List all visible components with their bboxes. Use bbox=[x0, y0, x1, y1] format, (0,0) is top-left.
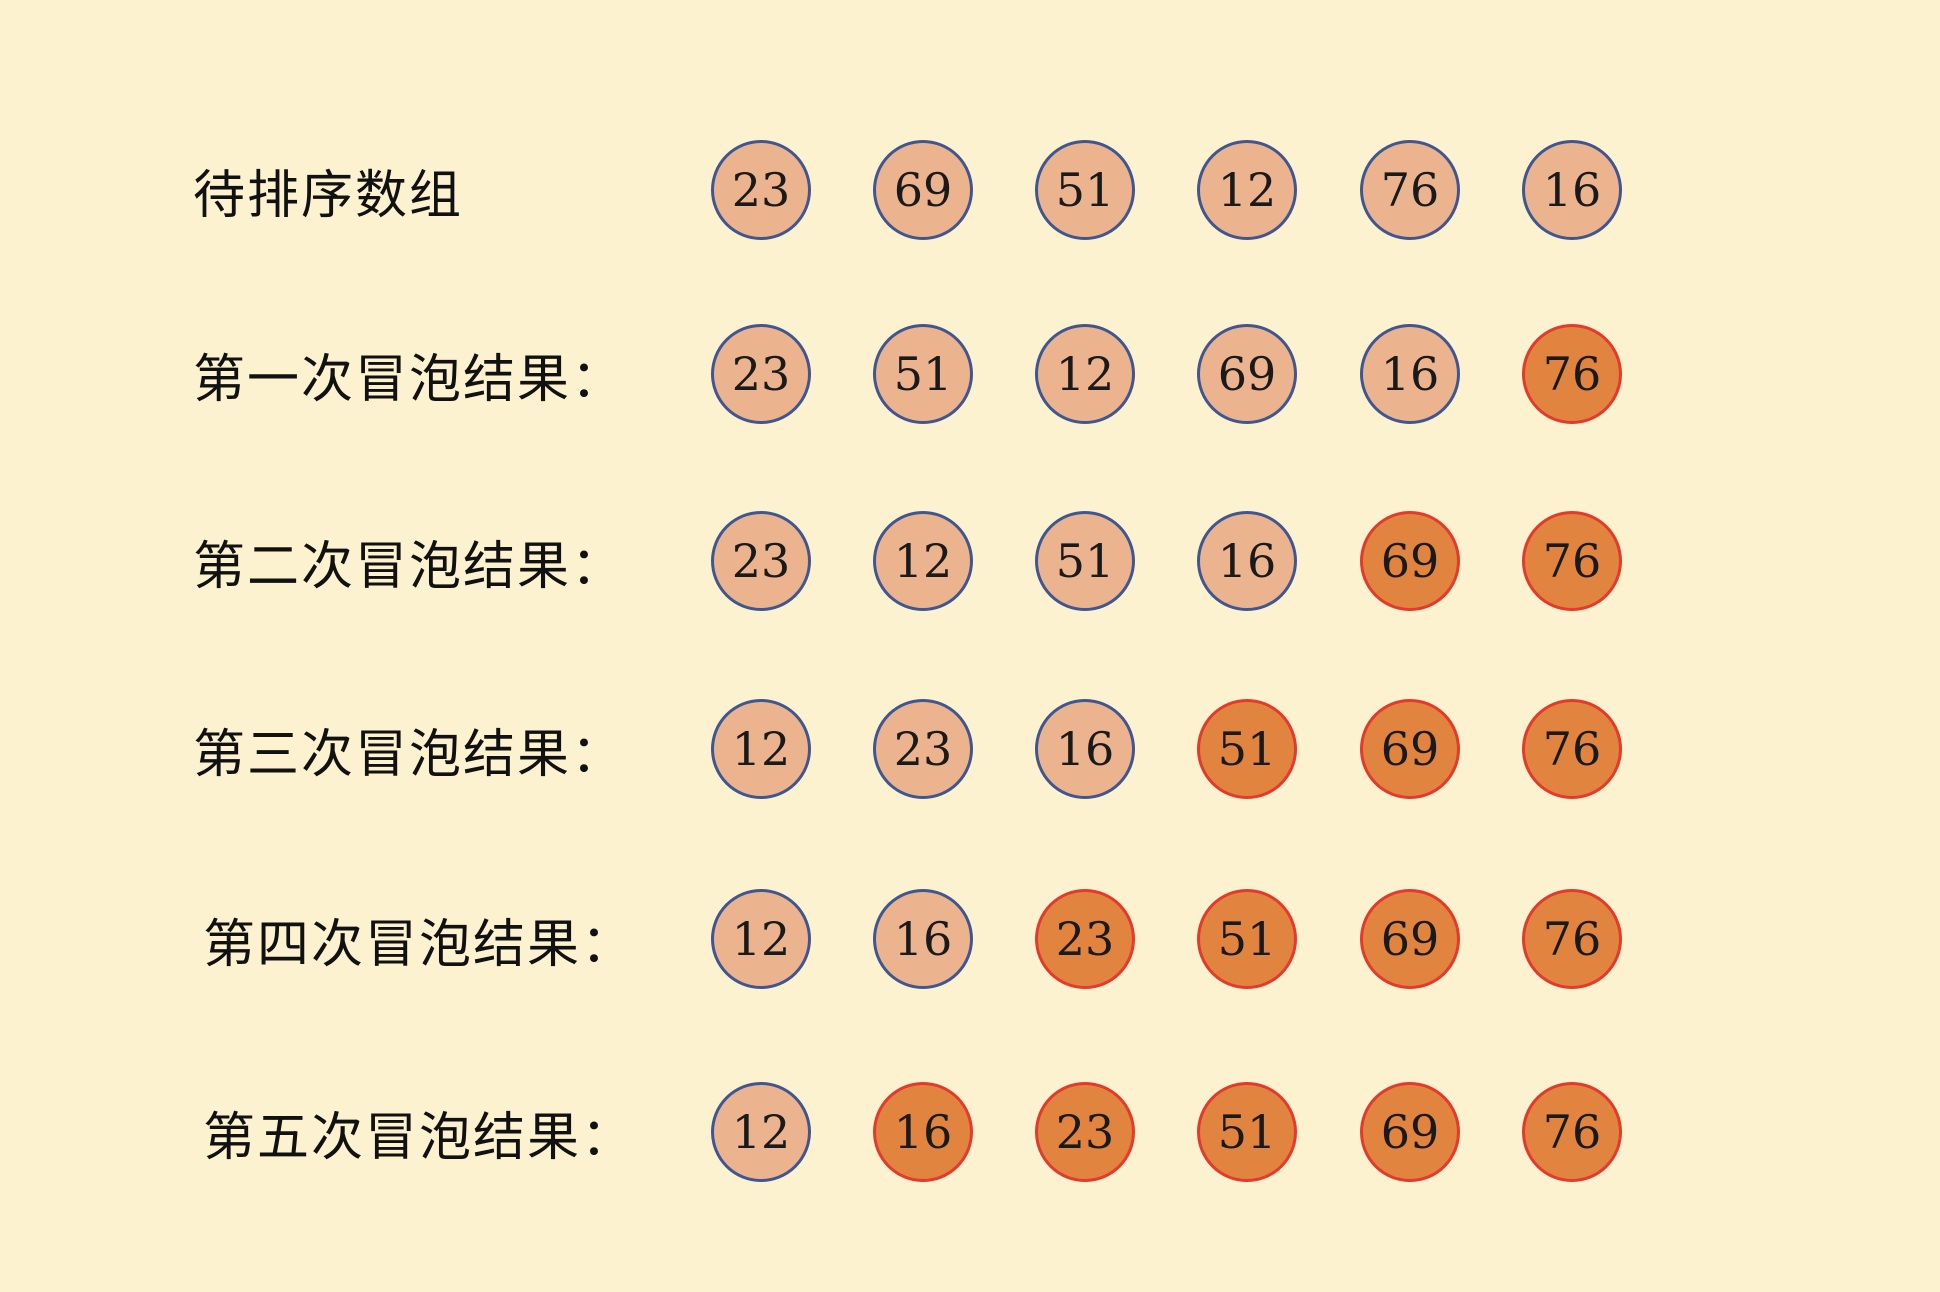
row-label: 第五次冒泡结果： bbox=[203, 1108, 636, 1168]
ball-value: 76 bbox=[1542, 534, 1602, 588]
ball-value: 12 bbox=[731, 1105, 791, 1159]
number-ball: 76 bbox=[1522, 511, 1622, 611]
number-ball: 12 bbox=[711, 699, 811, 799]
row-label: 第三次冒泡结果： bbox=[193, 725, 626, 785]
number-ball: 16 bbox=[873, 1082, 973, 1182]
number-ball: 69 bbox=[1360, 511, 1460, 611]
number-ball: 51 bbox=[873, 324, 973, 424]
number-ball: 51 bbox=[1197, 699, 1297, 799]
ball-value: 16 bbox=[1217, 534, 1277, 588]
ball-value: 76 bbox=[1542, 722, 1602, 776]
ball-value: 69 bbox=[1380, 1105, 1440, 1159]
number-ball: 12 bbox=[1197, 140, 1297, 240]
ball-value: 23 bbox=[731, 534, 791, 588]
ball-value: 69 bbox=[1380, 912, 1440, 966]
ball-value: 16 bbox=[1380, 347, 1440, 401]
number-ball: 51 bbox=[1197, 889, 1297, 989]
bubble-sort-diagram: { "colors": { "background": "#fdf2d0", "… bbox=[0, 0, 1940, 1292]
ball-value: 23 bbox=[731, 347, 791, 401]
sort-row-pass-3: 第三次冒泡结果： 12 23 16 51 69 76 bbox=[0, 699, 1940, 809]
ball-value: 76 bbox=[1542, 912, 1602, 966]
number-ball: 23 bbox=[711, 140, 811, 240]
ball-value: 51 bbox=[893, 347, 953, 401]
number-ball: 76 bbox=[1522, 699, 1622, 799]
number-ball: 12 bbox=[711, 1082, 811, 1182]
sort-row-pass-2: 第二次冒泡结果： 23 12 51 16 69 76 bbox=[0, 511, 1940, 621]
ball-value: 76 bbox=[1542, 1105, 1602, 1159]
number-ball: 69 bbox=[1360, 889, 1460, 989]
number-ball: 69 bbox=[1197, 324, 1297, 424]
number-ball: 16 bbox=[1360, 324, 1460, 424]
ball-value: 16 bbox=[1542, 163, 1602, 217]
number-ball: 76 bbox=[1522, 324, 1622, 424]
number-ball: 23 bbox=[1035, 1082, 1135, 1182]
number-ball: 16 bbox=[873, 889, 973, 989]
ball-value: 12 bbox=[893, 534, 953, 588]
ball-value: 23 bbox=[731, 163, 791, 217]
number-ball: 69 bbox=[1360, 1082, 1460, 1182]
number-ball: 76 bbox=[1522, 1082, 1622, 1182]
sort-row-initial: 待排序数组 23 69 51 12 76 16 bbox=[0, 140, 1940, 250]
row-label: 待排序数组 bbox=[193, 166, 464, 226]
ball-value: 51 bbox=[1217, 912, 1277, 966]
ball-value: 51 bbox=[1055, 534, 1115, 588]
number-ball: 51 bbox=[1035, 511, 1135, 611]
row-label: 第四次冒泡结果： bbox=[203, 915, 636, 975]
number-ball: 76 bbox=[1522, 889, 1622, 989]
ball-value: 23 bbox=[893, 722, 953, 776]
ball-value: 16 bbox=[1055, 722, 1115, 776]
ball-value: 16 bbox=[893, 912, 953, 966]
ball-value: 12 bbox=[1055, 347, 1115, 401]
ball-value: 51 bbox=[1217, 1105, 1277, 1159]
ball-value: 16 bbox=[893, 1105, 953, 1159]
ball-value: 76 bbox=[1380, 163, 1440, 217]
number-ball: 12 bbox=[711, 889, 811, 989]
ball-value: 23 bbox=[1055, 1105, 1115, 1159]
number-ball: 23 bbox=[873, 699, 973, 799]
number-ball: 69 bbox=[873, 140, 973, 240]
number-ball: 16 bbox=[1035, 699, 1135, 799]
ball-value: 69 bbox=[1380, 534, 1440, 588]
number-ball: 16 bbox=[1522, 140, 1622, 240]
number-ball: 23 bbox=[711, 324, 811, 424]
sort-row-pass-4: 第四次冒泡结果： 12 16 23 51 69 76 bbox=[0, 889, 1940, 999]
ball-value: 12 bbox=[731, 912, 791, 966]
ball-value: 69 bbox=[893, 163, 953, 217]
number-ball: 51 bbox=[1197, 1082, 1297, 1182]
ball-value: 23 bbox=[1055, 912, 1115, 966]
row-label: 第一次冒泡结果： bbox=[193, 350, 626, 410]
number-ball: 76 bbox=[1360, 140, 1460, 240]
number-ball: 12 bbox=[1035, 324, 1135, 424]
ball-value: 12 bbox=[1217, 163, 1277, 217]
number-ball: 23 bbox=[1035, 889, 1135, 989]
ball-value: 51 bbox=[1055, 163, 1115, 217]
ball-value: 76 bbox=[1542, 347, 1602, 401]
ball-value: 69 bbox=[1380, 722, 1440, 776]
sort-row-pass-1: 第一次冒泡结果： 23 51 12 69 16 76 bbox=[0, 324, 1940, 434]
ball-value: 51 bbox=[1217, 722, 1277, 776]
sort-row-pass-5: 第五次冒泡结果： 12 16 23 51 69 76 bbox=[0, 1082, 1940, 1192]
ball-value: 69 bbox=[1217, 347, 1277, 401]
number-ball: 69 bbox=[1360, 699, 1460, 799]
number-ball: 16 bbox=[1197, 511, 1297, 611]
number-ball: 23 bbox=[711, 511, 811, 611]
ball-value: 12 bbox=[731, 722, 791, 776]
row-label: 第二次冒泡结果： bbox=[193, 537, 626, 597]
number-ball: 12 bbox=[873, 511, 973, 611]
number-ball: 51 bbox=[1035, 140, 1135, 240]
